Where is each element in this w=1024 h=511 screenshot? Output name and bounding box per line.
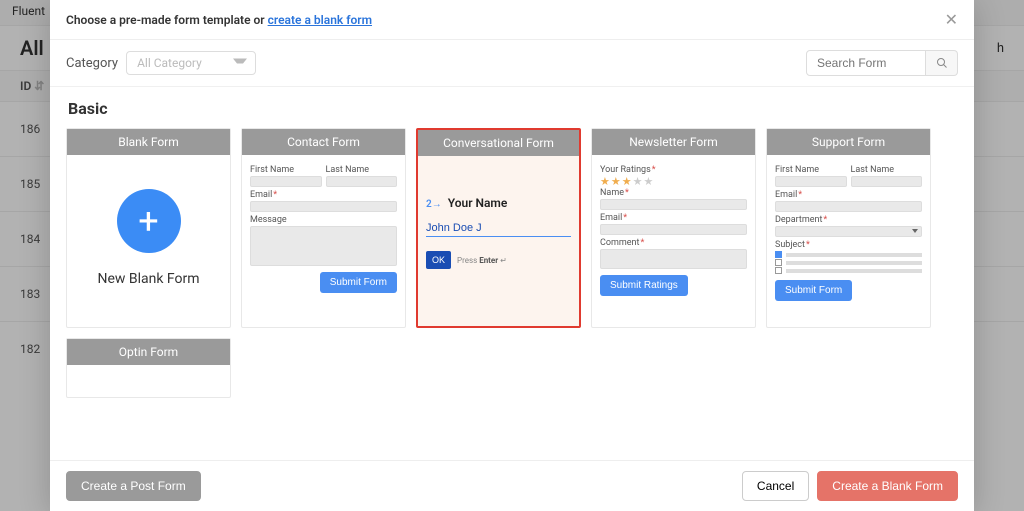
first-name-field xyxy=(775,176,847,187)
message-label: Message xyxy=(250,215,397,225)
close-icon[interactable]: ✕ xyxy=(945,10,958,29)
last-name-label: Last Name xyxy=(851,165,923,175)
first-name-label: First Name xyxy=(250,165,322,175)
comment-label: Comment xyxy=(600,238,747,248)
template-card-support[interactable]: Support Form First Name Last Name Email … xyxy=(766,128,931,328)
department-label: Department xyxy=(775,215,922,225)
department-select xyxy=(775,226,922,237)
create-blank-link[interactable]: create a blank form xyxy=(268,13,372,27)
card-title: Blank Form xyxy=(67,129,230,155)
search-button[interactable] xyxy=(926,50,958,76)
last-name-field xyxy=(326,176,398,187)
template-card-optin[interactable]: Optin Form xyxy=(66,338,231,398)
checkbox-option xyxy=(775,267,922,274)
first-name-label: First Name xyxy=(775,165,847,175)
submit-button: Submit Form xyxy=(775,280,852,301)
search-icon xyxy=(936,57,948,69)
email-label: Email xyxy=(250,190,397,200)
create-post-form-button[interactable]: Create a Post Form xyxy=(66,471,201,501)
email-field xyxy=(600,224,747,235)
card-title: Conversational Form xyxy=(418,130,579,156)
submit-ratings-button: Submit Ratings xyxy=(600,275,688,296)
card-title: Newsletter Form xyxy=(592,129,755,155)
ratings-label: Your Ratings xyxy=(600,165,747,175)
create-blank-form-button[interactable]: Create a Blank Form xyxy=(817,471,958,501)
category-label: Category xyxy=(66,56,118,71)
press-enter-hint: Press Enter ↵ xyxy=(457,256,507,265)
modal-prompt: Choose a pre-made form template or xyxy=(66,13,268,27)
card-title: Optin Form xyxy=(67,339,230,365)
ok-button: OK xyxy=(426,251,451,269)
plus-icon: + xyxy=(117,189,181,253)
name-label: Name xyxy=(600,188,747,198)
modal-header: Choose a pre-made form template or creat… xyxy=(50,0,974,40)
comment-field xyxy=(600,249,747,269)
category-select[interactable]: All Category xyxy=(126,51,256,75)
name-field xyxy=(600,199,747,210)
message-field xyxy=(250,226,397,266)
conv-question: 2→ Your Name xyxy=(426,196,571,210)
template-card-blank[interactable]: Blank Form + New Blank Form xyxy=(66,128,231,328)
modal-filter-bar: Category All Category xyxy=(50,40,974,87)
email-label: Email xyxy=(775,190,922,200)
checkbox-option xyxy=(775,251,922,258)
submit-button: Submit Form xyxy=(320,272,397,293)
email-label: Email xyxy=(600,213,747,223)
card-title: Support Form xyxy=(767,129,930,155)
template-chooser-modal: Choose a pre-made form template or creat… xyxy=(50,0,974,511)
last-name-label: Last Name xyxy=(326,165,398,175)
modal-footer: Create a Post Form Cancel Create a Blank… xyxy=(50,460,974,511)
template-card-newsletter[interactable]: Newsletter Form Your Ratings ★★★★★ Name … xyxy=(591,128,756,328)
template-grid: Blank Form + New Blank Form Contact Form… xyxy=(66,128,958,398)
card-title: Contact Form xyxy=(242,129,405,155)
subject-label: Subject xyxy=(775,240,922,250)
search-input[interactable] xyxy=(806,50,926,76)
email-field xyxy=(250,201,397,212)
last-name-field xyxy=(851,176,923,187)
conv-answer-input xyxy=(426,220,571,237)
blank-caption: New Blank Form xyxy=(75,271,222,287)
section-title: Basic xyxy=(68,99,958,118)
template-card-conversational[interactable]: Conversational Form 2→ Your Name OK Pres… xyxy=(416,128,581,328)
first-name-field xyxy=(250,176,322,187)
checkbox-option xyxy=(775,259,922,266)
modal-body: Basic Blank Form + New Blank Form Contac… xyxy=(50,87,974,460)
email-field xyxy=(775,201,922,212)
template-card-contact[interactable]: Contact Form First Name Last Name Email … xyxy=(241,128,406,328)
star-rating: ★★★★★ xyxy=(600,175,747,188)
cancel-button[interactable]: Cancel xyxy=(742,471,809,501)
